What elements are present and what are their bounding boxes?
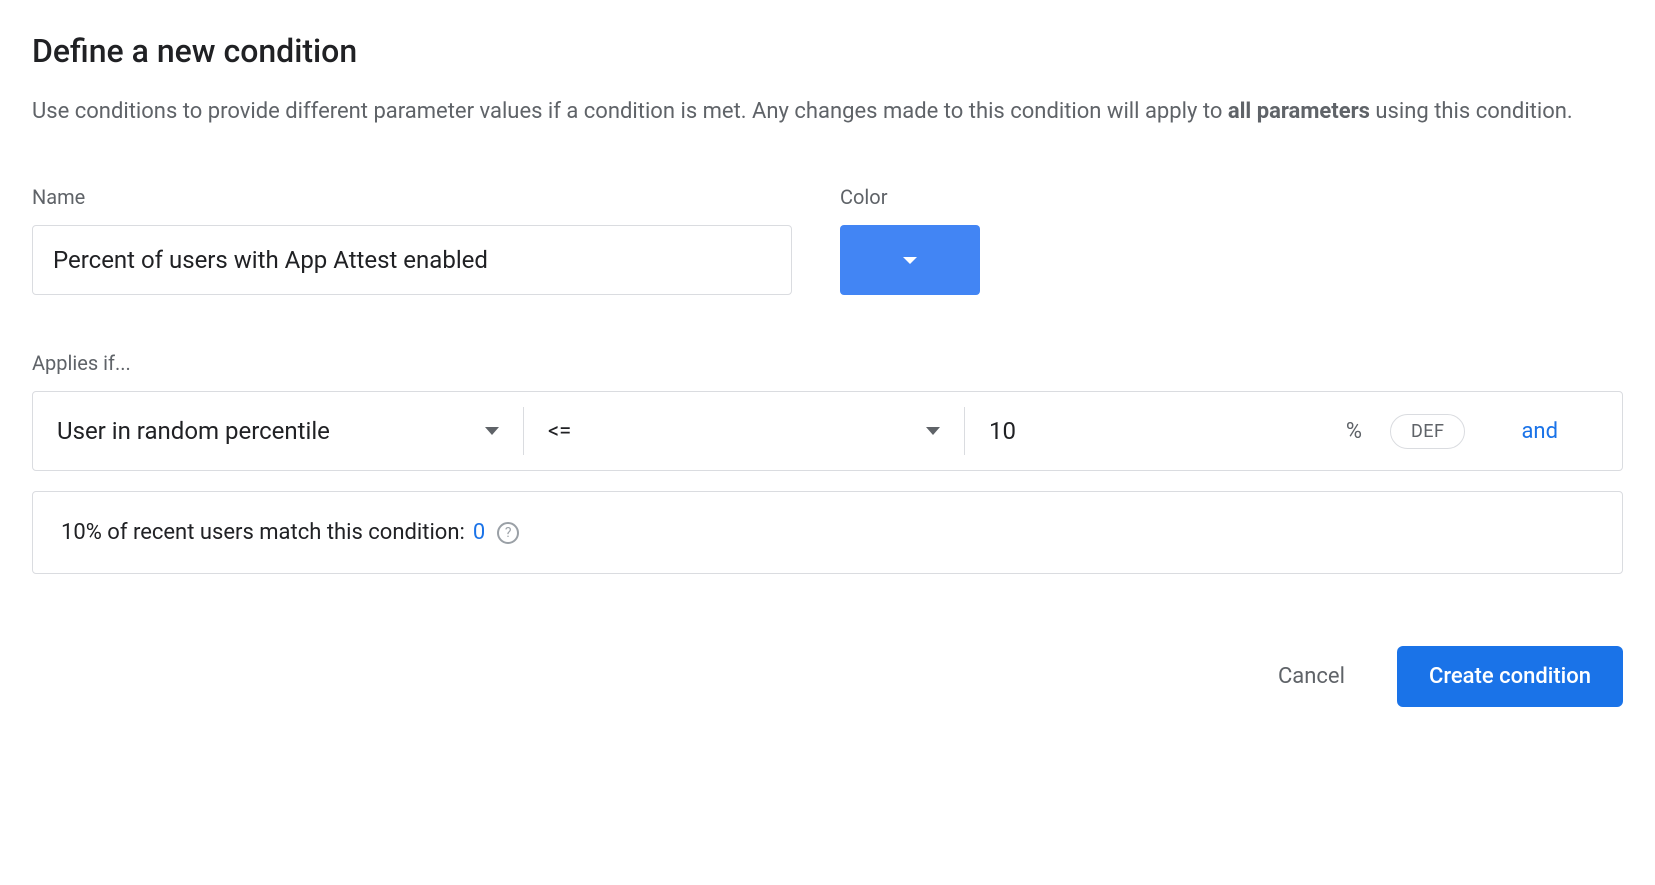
name-label: Name	[32, 185, 792, 209]
description-bold: all parameters	[1228, 99, 1370, 124]
match-info-text: 10% of recent users match this condition…	[61, 520, 465, 545]
color-label: Color	[840, 185, 980, 209]
match-info: 10% of recent users match this condition…	[32, 491, 1623, 574]
operator-text: <=	[548, 419, 571, 444]
create-condition-button[interactable]: Create condition	[1397, 646, 1623, 707]
name-input[interactable]	[32, 225, 792, 295]
caret-down-icon	[903, 257, 917, 264]
match-count: 0	[473, 520, 485, 545]
operator-dropdown[interactable]: <=	[524, 392, 964, 470]
unit-label: %	[1346, 419, 1362, 444]
applies-if-label: Applies if...	[32, 351, 1623, 375]
color-picker-button[interactable]	[840, 225, 980, 295]
caret-down-icon	[926, 427, 940, 435]
description-suffix: using this condition.	[1370, 99, 1573, 124]
help-icon[interactable]: ?	[497, 522, 519, 544]
condition-type-text: User in random percentile	[57, 417, 330, 445]
cancel-button[interactable]: Cancel	[1258, 652, 1365, 701]
seed-chip[interactable]: DEF	[1390, 414, 1466, 449]
description: Use conditions to provide different para…	[32, 94, 1623, 129]
condition-row: User in random percentile <= % DEF and	[32, 391, 1623, 471]
and-button[interactable]: and	[1521, 419, 1558, 444]
page-title: Define a new condition	[32, 32, 1623, 70]
caret-down-icon	[485, 427, 499, 435]
description-prefix: Use conditions to provide different para…	[32, 99, 1228, 124]
value-input[interactable]	[989, 417, 1189, 445]
condition-type-dropdown[interactable]: User in random percentile	[33, 392, 523, 470]
